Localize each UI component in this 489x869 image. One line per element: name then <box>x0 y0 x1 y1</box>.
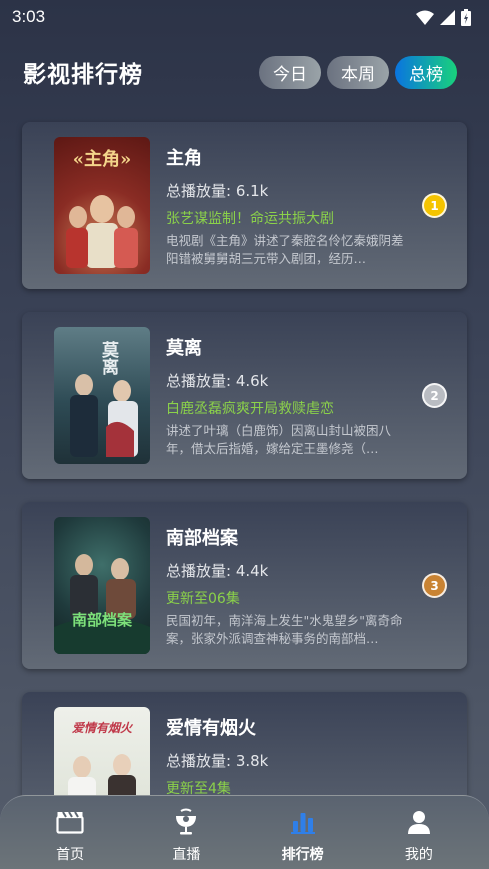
show-title: 爱情有烟火 <box>166 718 256 739</box>
nav-live[interactable]: 直播 <box>141 796 231 869</box>
tab-today[interactable]: 今日 <box>259 55 321 89</box>
tab-this-week[interactable]: 本周 <box>327 55 389 89</box>
bar-chart-icon <box>290 808 316 836</box>
rank-badge: 3 <box>422 573 447 598</box>
play-count: 总播放量: 4.4k <box>166 562 269 580</box>
show-info: 南部档案 总播放量: 4.4k 更新至06集 民国初年，南洋海上发生"水鬼望乡"… <box>166 524 410 648</box>
show-title: 南部档案 <box>166 528 238 549</box>
show-info: 莫离 总播放量: 4.6k 白鹿丞磊疯爽开局救赎虐恋 讲述了叶璃（白鹿饰）因离山… <box>166 334 410 458</box>
show-description: 讲述了叶璃（白鹿饰）因离山封山被困八年，借太后指婚，嫁给定王墨修尧（… <box>166 423 392 456</box>
rank-badge: 1 <box>422 193 447 218</box>
poster-title-art: 南部档案 <box>71 611 132 629</box>
nav-label: 我的 <box>404 847 433 863</box>
bottom-navigation: 首页 直播 排行榜 我的 <box>0 795 489 869</box>
play-count: 总播放量: 6.1k <box>166 182 269 200</box>
status-icons <box>416 8 471 26</box>
show-description: 电视剧《主角》讲述了秦腔名伶忆秦娥阴差阳错被舅舅胡三元带入剧团，经历… <box>166 233 404 266</box>
show-tagline: 张艺谋监制！命运共振大剧 <box>166 211 334 227</box>
person-icon <box>406 808 432 836</box>
show-tagline: 更新至06集 <box>166 591 240 607</box>
status-bar: 3:03 <box>0 0 489 34</box>
poster-title-art: «主角» <box>72 149 132 170</box>
nav-label: 排行榜 <box>281 847 324 863</box>
header: 影视排行榜 今日 本周 总榜 <box>0 48 489 96</box>
ranking-period-tabs: 今日 本周 总榜 <box>259 55 457 89</box>
show-info: 爱情有烟火 总播放量: 3.8k 更新至4集 <box>166 714 410 798</box>
wifi-icon <box>416 10 434 25</box>
play-count: 总播放量: 3.8k <box>166 752 269 770</box>
nav-profile[interactable]: 我的 <box>374 796 464 869</box>
show-info: 主角 总播放量: 6.1k 张艺谋监制！命运共振大剧 电视剧《主角》讲述了秦腔名… <box>166 144 410 268</box>
battery-icon <box>461 8 471 26</box>
status-time: 3:03 <box>12 7 46 26</box>
poster-image[interactable]: «主角» <box>54 137 150 274</box>
live-broadcast-icon <box>172 808 200 836</box>
rank-badge: 2 <box>422 383 447 408</box>
show-tagline: 白鹿丞磊疯爽开局救赎虐恋 <box>166 401 334 417</box>
ranking-list: «主角» 主角 总播放量: 6.1k 张艺谋监制！命运共振大剧 电视剧《主角》讲… <box>22 122 467 869</box>
nav-label: 首页 <box>56 847 85 863</box>
poster-image[interactable]: 莫离 <box>54 327 150 464</box>
play-count: 总播放量: 4.6k <box>166 372 269 390</box>
poster-title-art: 爱情有烟火 <box>71 721 132 735</box>
poster-figures <box>54 554 150 654</box>
ranking-card[interactable]: 南部档案 南部档案 总播放量: 4.4k 更新至06集 民国初年，南洋海上发生"… <box>22 502 467 669</box>
ranking-card[interactable]: «主角» 主角 总播放量: 6.1k 张艺谋监制！命运共振大剧 电视剧《主角》讲… <box>22 122 467 289</box>
clapperboard-icon <box>56 808 84 836</box>
page-title: 影视排行榜 <box>23 62 143 88</box>
cellular-signal-icon <box>440 9 455 25</box>
nav-home[interactable]: 首页 <box>25 796 115 869</box>
show-title: 莫离 <box>166 338 202 359</box>
tab-overall[interactable]: 总榜 <box>395 55 457 89</box>
nav-ranking[interactable]: 排行榜 <box>258 796 348 869</box>
poster-title-art: 莫离 <box>98 341 118 375</box>
ranking-card[interactable]: 莫离 莫离 总播放量: 4.6k 白鹿丞磊疯爽开局救赎虐恋 讲述了叶璃（白鹿饰）… <box>22 312 467 479</box>
show-description: 民国初年，南洋海上发生"水鬼望乡"离奇命案，张家外派调查神秘事务的南部档… <box>166 613 403 646</box>
show-title: 主角 <box>166 148 202 169</box>
poster-image[interactable]: 南部档案 <box>54 517 150 654</box>
nav-label: 直播 <box>172 847 201 863</box>
